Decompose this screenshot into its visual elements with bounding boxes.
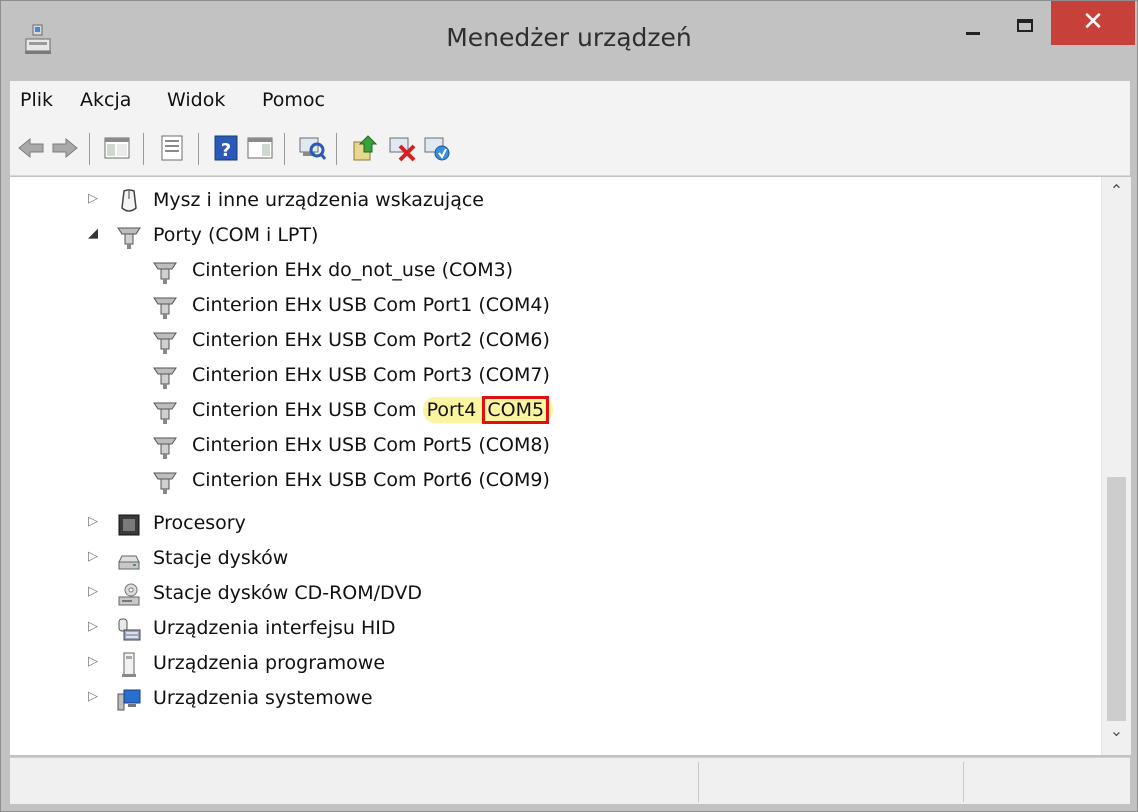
toolbar-separator <box>198 133 199 165</box>
maximize-button[interactable] <box>1005 1 1049 45</box>
svg-text:?: ? <box>221 140 231 161</box>
toolbar-separator <box>143 133 144 165</box>
tree-item-label: Cinterion EHx USB Com Port4 COM5 <box>192 396 554 424</box>
port-icon <box>153 472 177 494</box>
menu-akcja[interactable]: Akcja <box>80 89 131 111</box>
tree-item-port[interactable]: Cinterion EHx USB Com Port6 (COM9) <box>10 465 1090 499</box>
action-pane-icon[interactable] <box>245 132 275 164</box>
status-divider <box>698 762 699 802</box>
tree-item-label: Cinterion EHx do_not_use (COM3) <box>192 259 514 281</box>
tree-node-processors[interactable]: ▷ Procesory <box>10 508 1090 542</box>
toolbar-separator <box>284 133 285 165</box>
system-device-icon <box>117 689 141 711</box>
maximize-icon <box>1017 19 1033 32</box>
tree-item-port[interactable]: Cinterion EHx USB Com Port5 (COM8) <box>10 430 1090 464</box>
scroll-up-button[interactable]: ⌃ <box>1102 181 1131 213</box>
tree-item-port[interactable]: Cinterion EHx USB Com Port1 (COM4) <box>10 290 1090 324</box>
tree-item-port[interactable]: Cinterion EHx do_not_use (COM3) <box>10 255 1090 289</box>
port-icon <box>117 227 141 249</box>
port-icon <box>153 262 177 284</box>
uninstall-device-icon[interactable] <box>387 132 417 164</box>
tree-item-label: Cinterion EHx USB Com Port3 (COM7) <box>192 364 550 386</box>
expand-arrow-icon[interactable]: ▷ <box>88 619 104 639</box>
toolbar: ? <box>10 123 1130 176</box>
scroll-down-button[interactable]: ⌄ <box>1102 721 1131 753</box>
toolbar-separator <box>89 133 90 165</box>
software-device-icon <box>122 652 136 677</box>
menu-pomoc[interactable]: Pomoc <box>262 89 325 111</box>
vertical-scrollbar[interactable]: ⌃ ⌄ <box>1101 177 1131 755</box>
tree-node-label: Mysz i inne urządzenia wskazujące <box>153 189 484 211</box>
collapse-arrow-icon[interactable]: ◢ <box>88 226 104 246</box>
forward-arrow-icon[interactable] <box>50 132 80 164</box>
tree-node-hid-devices[interactable]: ▷ Urządzenia interfejsu HID <box>10 613 1090 647</box>
expand-arrow-icon[interactable]: ▷ <box>88 654 104 674</box>
expand-arrow-icon[interactable]: ▷ <box>88 584 104 604</box>
hid-device-icon <box>118 618 141 641</box>
tree-item-port[interactable]: Cinterion EHx USB Com Port2 (COM6) <box>10 325 1090 359</box>
tree-node-cdrom-drives[interactable]: ▷ Stacje dysków CD-ROM/DVD <box>10 578 1090 612</box>
tree-node-disk-drives[interactable]: ▷ Stacje dysków <box>10 543 1090 577</box>
tree-item-label: Cinterion EHx USB Com Port2 (COM6) <box>192 329 550 351</box>
update-driver-icon[interactable] <box>350 132 380 164</box>
menu-widok[interactable]: Widok <box>167 89 225 111</box>
tree-node-mice[interactable]: ▷ Mysz i inne urządzenia wskazujące <box>10 185 1090 219</box>
expand-arrow-icon[interactable]: ▷ <box>88 689 104 709</box>
tree-node-label: Urządzenia systemowe <box>153 687 373 709</box>
device-manager-window: Menedżer urządzeń ✕ Plik Akcja Widok Pom… <box>0 0 1138 812</box>
tree-item-label: Cinterion EHx USB Com Port5 (COM8) <box>192 434 550 456</box>
scan-hardware-changes-icon[interactable] <box>297 132 327 164</box>
tree-node-label: Urządzenia interfejsu HID <box>153 617 396 639</box>
status-bar <box>10 757 1130 804</box>
expand-arrow-icon[interactable]: ▷ <box>88 514 104 534</box>
menu-plik[interactable]: Plik <box>20 89 53 111</box>
tree-node-label: Porty (COM i LPT) <box>153 224 319 246</box>
highlight-port: Port4 <box>426 399 483 421</box>
device-tree[interactable]: ▷ Mysz i inne urządzenia wskazujące ◢ Po… <box>10 177 1101 755</box>
port-icon <box>153 437 177 459</box>
com5-marker: COM5 <box>482 396 550 424</box>
back-arrow-icon[interactable] <box>16 132 46 164</box>
highlighted-text: Port4 COM5 <box>422 396 554 424</box>
menu-bar: Plik Akcja Widok Pomoc <box>10 81 1130 123</box>
disk-drive-icon <box>118 555 140 570</box>
show-hide-console-tree-icon[interactable] <box>102 132 132 164</box>
tree-node-label: Stacje dysków <box>153 547 289 569</box>
processor-icon <box>118 514 140 536</box>
status-divider <box>963 762 964 802</box>
properties-icon[interactable] <box>157 132 187 164</box>
port-icon <box>153 332 177 354</box>
tree-node-system-devices[interactable]: ▷ Urządzenia systemowe <box>10 683 1090 717</box>
tree-item-label: Cinterion EHx USB Com Port1 (COM4) <box>192 294 550 316</box>
mouse-icon <box>121 189 137 212</box>
tree-node-software-devices[interactable]: ▷ Urządzenia programowe <box>10 648 1090 682</box>
tree-item-port[interactable]: Cinterion EHx USB Com Port3 (COM7) <box>10 360 1090 394</box>
close-icon: ✕ <box>1082 7 1104 37</box>
tree-item-port-highlighted[interactable]: Cinterion EHx USB Com Port4 COM5 <box>10 395 1090 429</box>
expand-arrow-icon[interactable]: ▷ <box>88 191 104 211</box>
scroll-thumb[interactable] <box>1107 477 1126 721</box>
help-icon[interactable]: ? <box>211 132 241 164</box>
cdrom-drive-icon <box>118 583 140 606</box>
port-icon <box>153 297 177 319</box>
close-button[interactable]: ✕ <box>1051 1 1135 45</box>
port-icon <box>153 367 177 389</box>
toolbar-separator <box>336 133 337 165</box>
minimize-icon <box>966 32 980 35</box>
title-bar[interactable]: Menedżer urządzeń ✕ <box>1 1 1137 81</box>
port-icon <box>153 402 177 424</box>
minimize-button[interactable] <box>953 1 997 45</box>
tree-node-label: Urządzenia programowe <box>153 652 386 674</box>
tree-node-label: Stacje dysków CD-ROM/DVD <box>153 582 422 604</box>
enable-device-icon[interactable] <box>422 132 452 164</box>
tree-item-label: Cinterion EHx USB Com Port6 (COM9) <box>192 469 550 491</box>
label-prefix: Cinterion EHx USB Com <box>192 399 423 421</box>
expand-arrow-icon[interactable]: ▷ <box>88 549 104 569</box>
tree-node-ports[interactable]: ◢ Porty (COM i LPT) <box>10 220 1090 254</box>
tree-node-label: Procesory <box>153 512 246 534</box>
